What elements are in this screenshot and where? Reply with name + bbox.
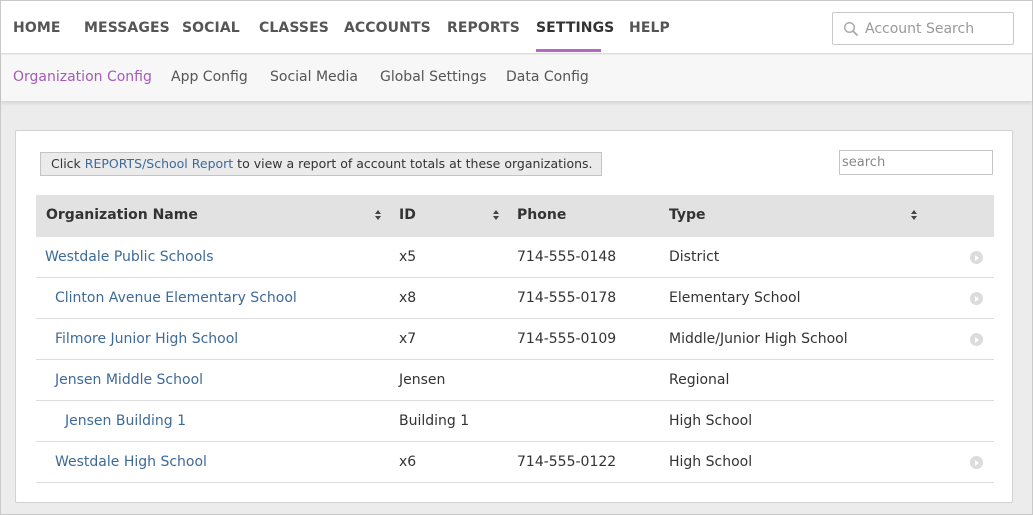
org-phone: 714-555-0178 [517,290,617,306]
school-report-link[interactable]: REPORTS/School Report [85,156,233,171]
org-type: District [669,249,720,265]
column-header-phone[interactable]: Phone [517,207,566,223]
notice-suffix: to view a report of account totals at th… [233,156,593,171]
row-arrow-icon[interactable] [970,456,983,469]
table-row: Clinton Avenue Elementary School x8 714-… [36,278,994,319]
org-name-link[interactable]: Westdale High School [55,454,207,470]
org-name-link[interactable]: Jensen Middle School [55,372,203,388]
account-search-box[interactable] [832,12,1014,45]
subnav-app-config[interactable]: App Config [171,69,248,85]
nav-classes[interactable]: CLASSES [259,20,329,36]
org-phone: 714-555-0122 [517,454,617,470]
org-type: Regional [669,372,730,388]
top-navigation: HOME MESSAGES SOCIAL CLASSES ACCOUNTS RE… [1,1,1032,54]
org-id: x8 [399,290,417,306]
nav-social[interactable]: SOCIAL [182,20,240,36]
org-name-link[interactable]: Jensen Building 1 [65,413,186,429]
active-tab-indicator [536,49,601,52]
column-header-id[interactable]: ID [399,207,416,223]
org-id: x5 [399,249,417,265]
settings-subnav: Organization Config App Config Social Me… [1,55,1032,102]
sort-name-icon[interactable] [375,210,382,221]
app-window: HOME MESSAGES SOCIAL CLASSES ACCOUNTS RE… [0,0,1033,515]
row-arrow-icon[interactable] [970,292,983,305]
nav-messages[interactable]: MESSAGES [84,20,170,36]
sort-id-icon[interactable] [493,210,500,221]
org-phone: 714-555-0109 [517,331,617,347]
column-header-name[interactable]: Organization Name [46,207,198,223]
subnav-global-settings[interactable]: Global Settings [380,69,487,85]
org-phone: 714-555-0148 [517,249,617,265]
table-row: Filmore Junior High School x7 714-555-01… [36,319,994,360]
nav-home[interactable]: HOME [13,20,61,36]
org-type: High School [669,454,753,470]
organization-panel: Click REPORTS/School Report to view a re… [15,130,1013,503]
org-type: High School [669,413,753,429]
table-header: Organization Name ID Phone Type [36,195,994,237]
org-id: x6 [399,454,417,470]
row-arrow-icon[interactable] [970,251,983,264]
nav-help[interactable]: HELP [629,20,670,36]
org-id: Building 1 [399,413,470,429]
table-row: Jensen Building 1 Building 1 High School [36,401,994,442]
notice-prefix: Click [51,156,85,171]
org-name-link[interactable]: Westdale Public Schools [45,249,214,265]
org-id: x7 [399,331,417,347]
subnav-social-media[interactable]: Social Media [270,69,358,85]
report-notice: Click REPORTS/School Report to view a re… [40,152,602,176]
org-name-link[interactable]: Filmore Junior High School [55,331,238,347]
nav-accounts[interactable]: ACCOUNTS [344,20,431,36]
subnav-organization-config[interactable]: Organization Config [13,69,152,85]
organization-table-body: Westdale Public Schools x5 714-555-0148 … [36,237,994,483]
org-id: Jensen [399,372,446,388]
sort-type-icon[interactable] [911,210,918,221]
row-arrow-icon[interactable] [970,333,983,346]
table-row: Westdale High School x6 714-555-0122 Hig… [36,442,994,483]
table-row: Westdale Public Schools x5 714-555-0148 … [36,237,994,278]
column-header-type[interactable]: Type [669,207,706,223]
org-type: Elementary School [669,290,801,306]
nav-settings[interactable]: SETTINGS [536,20,614,36]
account-search-input[interactable] [863,19,1008,39]
table-row: Jensen Middle School Jensen Regional [36,360,994,401]
subnav-data-config[interactable]: Data Config [506,69,589,85]
search-icon [843,21,858,36]
nav-reports[interactable]: REPORTS [447,20,520,36]
table-search-input[interactable] [839,150,993,175]
org-type: Middle/Junior High School [669,331,848,347]
org-name-link[interactable]: Clinton Avenue Elementary School [55,290,297,306]
